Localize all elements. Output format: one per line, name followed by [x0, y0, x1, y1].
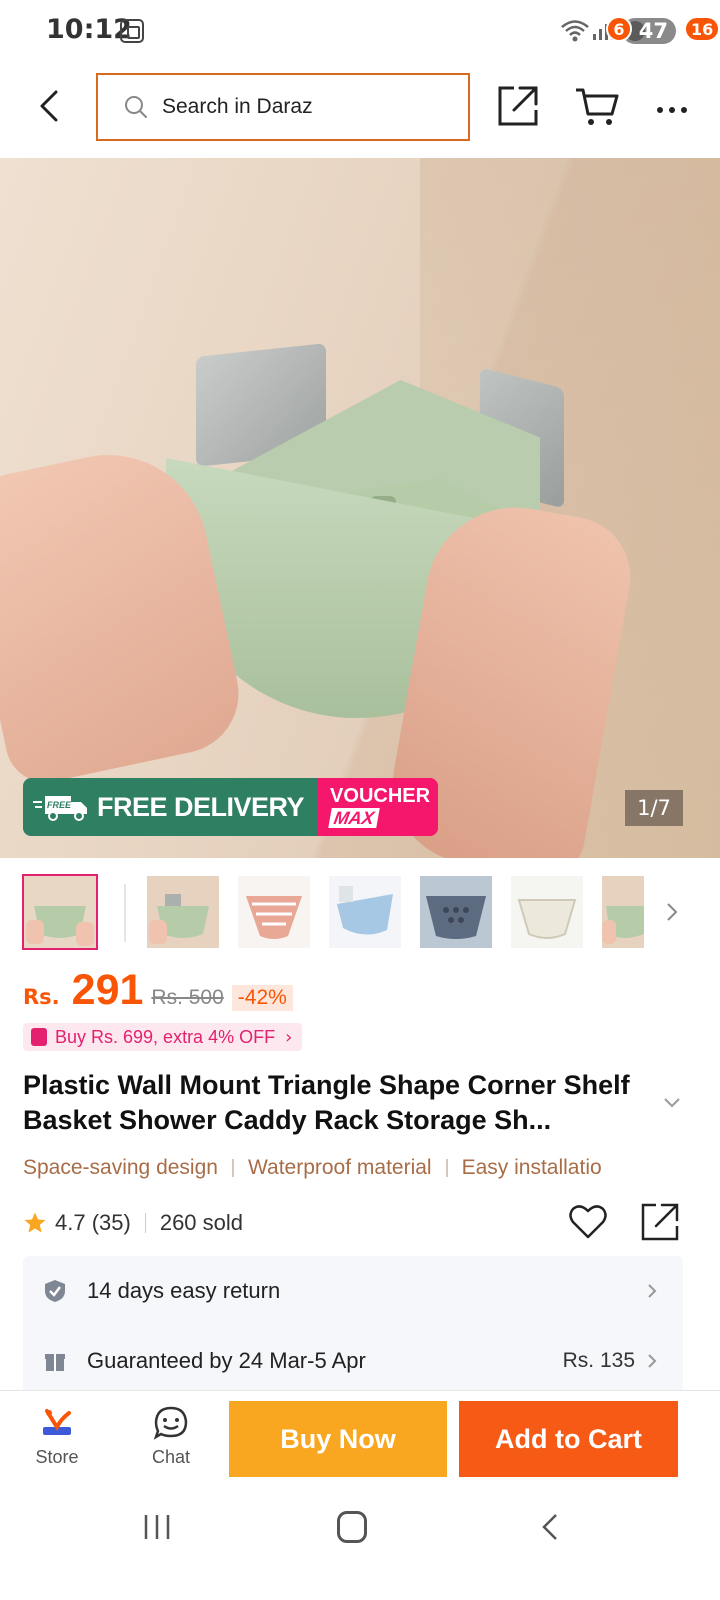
service-info-box: 14 days easy return Guaranteed by 24 Mar… [23, 1256, 683, 1396]
free-delivery-label: FREE FREE DELIVERY [23, 778, 319, 836]
chat-icon [153, 1406, 188, 1440]
price-currency: Rs. [23, 985, 60, 1009]
search-input[interactable]: Search in Daraz [96, 73, 470, 141]
voucher-max-text: MAX [328, 808, 380, 828]
image-counter: 1/7 [625, 790, 683, 826]
recent-apps-icon[interactable] [142, 1512, 172, 1542]
thumbnail-7[interactable] [602, 876, 644, 948]
divider [144, 1213, 146, 1233]
free-delivery-banner: FREE FREE DELIVERY VOUCHER MAX [23, 778, 439, 836]
rating-row[interactable]: 4.7 (35) 260 sold [23, 1206, 243, 1240]
search-icon [125, 96, 147, 118]
chevron-down-icon[interactable] [662, 1096, 682, 1110]
wifi-icon [561, 20, 589, 42]
voucher-icon [31, 1028, 47, 1046]
cart-count-badge: 6 [606, 16, 632, 42]
thumbnail-1[interactable] [22, 874, 98, 950]
discount-badge: -42% [231, 985, 293, 1011]
chevron-right-icon [648, 1354, 657, 1368]
original-price: Rs. 500 [151, 986, 224, 1009]
chevron-right-icon[interactable] [662, 898, 682, 926]
feature-tags: Space-saving design Waterproof material … [23, 1152, 683, 1184]
delivery-truck-icon: FREE [33, 796, 87, 821]
wishlist-heart-icon[interactable] [568, 1202, 608, 1242]
divider [445, 1159, 448, 1177]
price-row: Rs. 291 Rs. 500 -42% [23, 966, 293, 1020]
product-title: Plastic Wall Mount Triangle Shape Corner… [23, 1070, 630, 1135]
home-button-icon[interactable] [337, 1511, 367, 1543]
return-policy-row[interactable]: 14 days easy return [23, 1256, 683, 1326]
star-icon [24, 1212, 46, 1233]
cart-icon[interactable] [574, 84, 620, 128]
price-value: 291 [71, 966, 144, 1014]
rating-score: 4.7 (35) [55, 1210, 131, 1235]
thumbnail-6[interactable] [511, 876, 583, 948]
shield-check-icon [45, 1280, 65, 1302]
product-image[interactable]: FREE FREE DELIVERY VOUCHER MAX 1/7 [0, 158, 720, 858]
search-placeholder: Search in Daraz [162, 95, 313, 118]
delivery-fee: Rs. 135 [562, 1349, 635, 1372]
top-nav: Search in Daraz [0, 62, 720, 158]
add-to-cart-button[interactable]: Add to Cart [459, 1401, 678, 1477]
share-icon[interactable] [496, 84, 540, 128]
thumbnail-strip [0, 874, 720, 950]
buy-now-button[interactable]: Buy Now [229, 1401, 447, 1477]
store-label: Store [35, 1447, 79, 1467]
store-button[interactable]: Store [22, 1405, 92, 1481]
battery-level: 47 [638, 19, 668, 43]
chevron-right-icon: › [285, 1026, 293, 1048]
system-navigation-bar [0, 1490, 720, 1600]
return-policy-text: 14 days easy return [87, 1278, 281, 1303]
notification-count-badge: 16 [684, 16, 720, 42]
back-arrow-icon[interactable] [30, 84, 74, 128]
thumbnail-2[interactable] [147, 876, 219, 948]
feature-tag: Waterproof material [247, 1156, 432, 1179]
thumbnail-5[interactable] [420, 876, 492, 948]
thumbnail-3[interactable] [238, 876, 310, 948]
screenshot-icon [120, 19, 144, 43]
store-logo-icon [43, 1409, 71, 1435]
chat-label: Chat [151, 1447, 191, 1467]
delivery-guarantee-row[interactable]: Guaranteed by 24 Mar-5 Apr Rs. 135 [23, 1326, 683, 1396]
system-back-icon[interactable] [540, 1512, 560, 1542]
extra-discount-promo[interactable]: Buy Rs. 699, extra 4% OFF › [23, 1023, 303, 1051]
chat-button[interactable]: Chat [136, 1405, 206, 1481]
voucher-text: VOUCHER [330, 785, 431, 807]
feature-tag: Space-saving design [23, 1156, 218, 1179]
divider [231, 1159, 234, 1177]
delivery-date-text: Guaranteed by 24 Mar-5 Apr [87, 1348, 366, 1373]
thumbnail-4[interactable] [329, 876, 401, 948]
bottom-action-bar: Store Chat Buy Now Add to Cart [0, 1390, 720, 1490]
feature-tag: Easy installatio [461, 1156, 602, 1179]
chevron-right-icon [648, 1284, 657, 1298]
thumbnail-divider [124, 884, 126, 942]
gift-box-icon [45, 1354, 65, 1371]
promo-text: Buy Rs. 699, extra 4% OFF [55, 1026, 276, 1047]
voucher-max-label: VOUCHER MAX [318, 778, 439, 836]
sold-count: 260 sold [159, 1210, 244, 1235]
free-delivery-text: FREE DELIVERY [97, 791, 305, 822]
share-icon[interactable] [640, 1202, 680, 1242]
free-badge-text: FREE [47, 800, 72, 810]
more-options-icon[interactable] [654, 92, 694, 122]
